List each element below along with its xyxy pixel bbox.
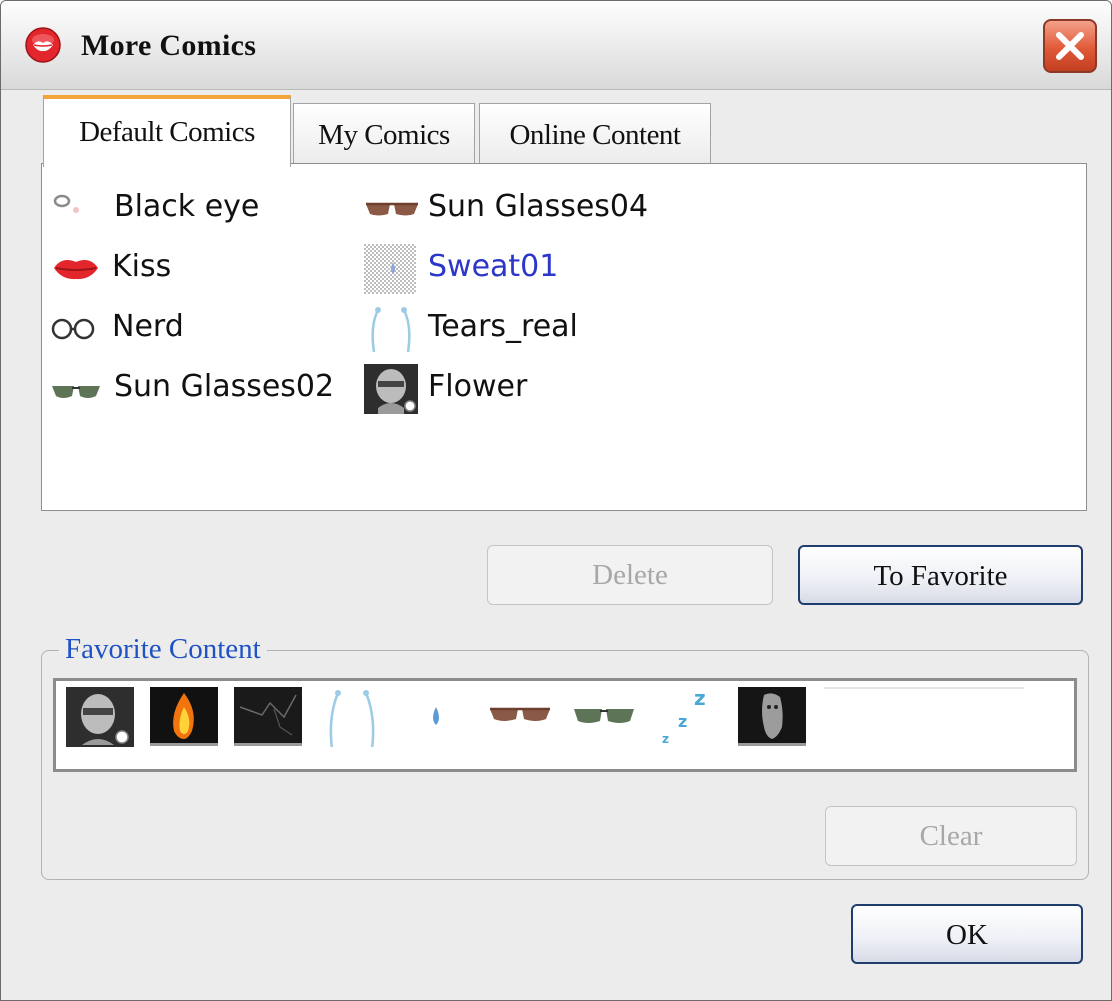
lightning-icon[interactable] — [234, 687, 302, 747]
favorite-content-label: Favorite Content — [59, 633, 267, 666]
item-label: Sun Glasses02 — [114, 369, 335, 404]
tears-icon — [371, 307, 411, 353]
sunglasses-icon — [366, 202, 418, 216]
close-button[interactable] — [1043, 19, 1097, 73]
head-thumbnail-icon — [364, 364, 418, 414]
delete-button[interactable]: Delete — [487, 545, 773, 605]
title-bar[interactable]: More Comics — [1, 1, 1111, 90]
dialog-body: Default Comics My Comics Online Content … — [9, 90, 1103, 992]
item-label: Sun Glasses04 — [428, 189, 649, 224]
item-label: Kiss — [112, 249, 172, 284]
item-label: Black eye — [114, 189, 260, 224]
favorite-strip-divider — [824, 687, 1024, 689]
sunglasses-icon[interactable] — [570, 687, 638, 747]
list-item-sun-glasses04[interactable]: Sun Glasses04 — [364, 184, 704, 234]
svg-text:z: z — [662, 732, 669, 746]
sweat-drop-icon[interactable] — [402, 687, 470, 747]
close-icon — [1056, 32, 1084, 60]
item-label: Nerd — [112, 309, 184, 344]
list-item-sweat01[interactable]: Sweat01 — [364, 244, 704, 294]
svg-text:z: z — [694, 687, 706, 710]
more-comics-dialog: More Comics Default Comics My Comics Onl… — [0, 0, 1112, 1001]
button-label: To Favorite — [873, 560, 1008, 592]
item-label: Flower — [428, 369, 528, 404]
sunglasses-icon — [52, 386, 100, 398]
svg-text:z: z — [678, 712, 687, 731]
tab-online-content[interactable]: Online Content — [479, 103, 711, 163]
ghost-icon[interactable] — [738, 687, 806, 747]
window-title: More Comics — [81, 29, 257, 62]
button-label: OK — [946, 919, 988, 951]
clear-button[interactable]: Clear — [825, 806, 1077, 866]
sunglasses-icon[interactable] — [486, 687, 554, 747]
zzz-sleep-icon[interactable]: z z z — [654, 687, 722, 747]
item-label: Sweat01 — [428, 249, 559, 284]
list-item-sun-glasses02[interactable]: Sun Glasses02 — [50, 364, 350, 414]
app-lips-icon — [25, 27, 61, 63]
tab-label: Online Content — [509, 119, 681, 151]
sweat-drop-icon — [364, 244, 416, 294]
item-label: Tears_real — [428, 309, 578, 344]
kiss-lips-icon — [54, 260, 98, 280]
fire-icon[interactable] — [150, 687, 218, 747]
to-favorite-button[interactable]: To Favorite — [798, 545, 1083, 605]
button-label: Clear — [919, 820, 983, 852]
list-item-flower[interactable]: Flower — [364, 364, 704, 414]
list-item-black-eye[interactable]: Black eye — [50, 184, 350, 234]
tab-default-comics[interactable]: Default Comics — [43, 95, 291, 167]
tab-label: My Comics — [318, 119, 450, 151]
head-thumbnail-icon[interactable] — [66, 687, 134, 747]
favorite-strip: z z z — [53, 678, 1077, 772]
list-item-tears-real[interactable]: Tears_real — [364, 304, 704, 354]
button-label: Delete — [592, 559, 668, 591]
tears-icon[interactable] — [318, 687, 386, 747]
tab-my-comics[interactable]: My Comics — [293, 103, 475, 163]
comics-list-panel: Black eye Kiss Nerd Sun Glasses02 Sun Gl… — [41, 163, 1087, 511]
black-eye-icon — [53, 194, 79, 213]
list-item-kiss[interactable]: Kiss — [50, 244, 350, 294]
tab-label: Default Comics — [79, 116, 255, 148]
list-item-nerd[interactable]: Nerd — [50, 304, 350, 354]
ok-button[interactable]: OK — [851, 904, 1083, 964]
nerd-glasses-icon — [51, 318, 95, 340]
